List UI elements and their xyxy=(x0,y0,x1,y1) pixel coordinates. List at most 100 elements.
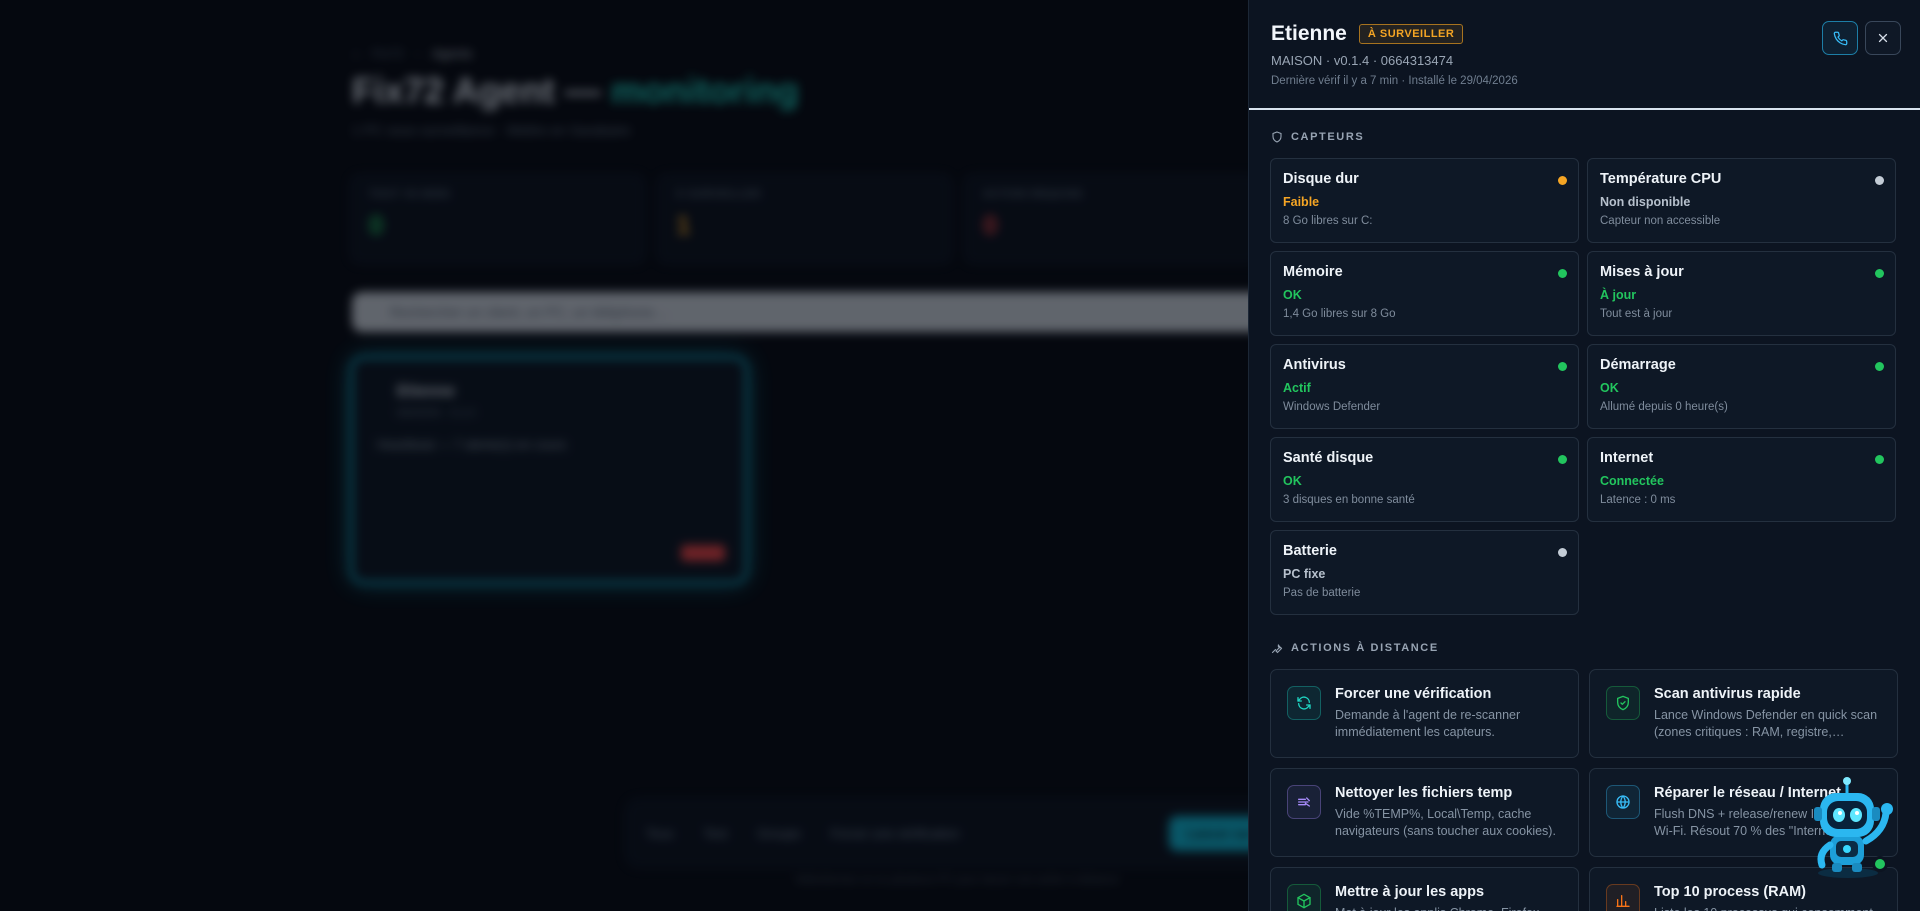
pc-card-name: Etienne xyxy=(397,383,455,400)
action-description: Lance Windows Defender en quick scan (zo… xyxy=(1654,708,1878,739)
sensor-status: PC fixe xyxy=(1283,567,1326,581)
stat-label: ACTION REQUISE xyxy=(983,189,1084,200)
status-dot xyxy=(1558,269,1567,278)
stat-value: 1 xyxy=(676,210,691,240)
sensor-card: Température CPU Non disponible Capteur non… xyxy=(1587,158,1896,243)
action-card[interactable]: Forcer une vérification Demande à l'agent… xyxy=(1270,669,1579,758)
sensor-detail: Capteur non accessible xyxy=(1600,215,1721,227)
sensor-card: Mises à jour À jour Tout est à jour xyxy=(1587,251,1896,336)
status-dot xyxy=(1875,455,1884,464)
sensor-status: OK xyxy=(1600,381,1619,395)
action-title: Scan antivirus rapide xyxy=(1654,686,1801,702)
action-card[interactable]: Nettoyer les fichiers temp Vide %TEMP%, L… xyxy=(1270,768,1579,857)
action-title: Mettre à jour les apps xyxy=(1335,884,1485,900)
status-dot xyxy=(1875,269,1884,278)
action-title: Forcer une vérification xyxy=(1335,686,1492,702)
sensor-card: Disque dur Faible 8 Go libres sur C: xyxy=(1270,158,1579,243)
sensors-title-label: CAPTEURS xyxy=(1291,131,1365,143)
actions-title-label: ACTIONS À DISTANCE xyxy=(1291,642,1439,654)
last-check: Dernière vérif il y a 7 min · Installé l… xyxy=(1271,75,1518,87)
sensor-grid: Disque dur Faible 8 Go libres sur C: Tempér… xyxy=(1270,158,1896,615)
sensor-status: Non disponible xyxy=(1600,195,1691,209)
action-description: Met à jour les applis Chrome, Firefox, e… xyxy=(1335,905,1562,911)
sensor-card: Antivirus Actif Windows Defender xyxy=(1270,344,1579,429)
sensor-card: Santé disque OK 3 disques en bonne santé xyxy=(1270,437,1579,522)
drawer-header: Etienne À SURVEILLER MAISON · v0.1.4 · 0… xyxy=(1249,0,1920,110)
sensor-card: Mémoire OK 1,4 Go libres sur 8 Go xyxy=(1270,251,1579,336)
sensor-card: Batterie PC fixe Pas de batterie xyxy=(1270,530,1579,615)
sensor-detail: 8 Go libres sur C: xyxy=(1283,215,1373,227)
stat-value: 0 xyxy=(369,210,384,240)
actions-section-title: ACTIONS À DISTANCE xyxy=(1271,642,1439,654)
stat-card-watch[interactable]: À SURVEILLER 1 xyxy=(657,174,952,264)
sensor-card: Internet Connectée Latence : 0 ms xyxy=(1587,437,1896,522)
call-button[interactable] xyxy=(1822,21,1858,55)
pc-card[interactable]: Etienne MAISON · 0.1.4 Heartbeat — 7 ale… xyxy=(350,356,748,584)
filter-tab-group[interactable]: Groupe xyxy=(757,826,800,841)
close-button[interactable] xyxy=(1865,21,1901,55)
bulk-action-bar: Tous Test Groupe Forcer une vérification… xyxy=(625,798,1325,868)
pc-card-alerts: Heartbeat — 7 alerte(s) en cours xyxy=(377,437,567,452)
page-title-main: Fix72 Agent — xyxy=(352,70,601,111)
sensor-name: Disque dur xyxy=(1283,171,1359,187)
stat-card-action[interactable]: ACTION REQUISE 0 xyxy=(964,174,1259,264)
sensor-card: Démarrage OK Allumé depuis 0 heure(s) xyxy=(1587,344,1896,429)
sensor-detail: Windows Defender xyxy=(1283,401,1381,413)
phone-icon xyxy=(1833,31,1847,45)
broom-icon xyxy=(1287,785,1321,819)
action-title: Top 10 process (RAM) xyxy=(1654,884,1807,900)
home-icon: ⌂ xyxy=(352,46,360,61)
bar-chart-icon xyxy=(1606,884,1640,911)
sensor-name: Batterie xyxy=(1283,543,1337,559)
sensor-name: Mémoire xyxy=(1283,264,1343,280)
stat-label: À SURVEILLER xyxy=(676,189,762,200)
sensors-section-title: CAPTEURS xyxy=(1271,131,1364,143)
pc-name: Etienne xyxy=(1271,22,1347,45)
sensor-status: À jour xyxy=(1600,288,1637,302)
breadcrumb-current: Agents xyxy=(432,46,473,61)
refresh-icon xyxy=(1287,686,1321,720)
sensor-name: Température CPU xyxy=(1600,171,1722,187)
package-icon xyxy=(1287,884,1321,911)
stat-value: 0 xyxy=(983,210,998,240)
action-card[interactable]: Mettre à jour les apps Met à jour les app… xyxy=(1270,867,1579,911)
shield-icon xyxy=(1272,131,1282,143)
wrench-icon xyxy=(1271,644,1283,654)
action-title: Nettoyer les fichiers temp xyxy=(1335,785,1513,801)
pc-meta: MAISON · v0.1.4 · 0664313474 xyxy=(1271,53,1454,68)
sensor-detail: Latence : 0 ms xyxy=(1600,494,1676,506)
status-dot xyxy=(1558,176,1567,185)
stat-label: TOUT VA BIEN xyxy=(369,189,451,200)
sensor-status: Connectée xyxy=(1600,474,1664,488)
status-dot xyxy=(1875,362,1884,371)
sensor-status: OK xyxy=(1283,288,1302,302)
sensor-name: Santé disque xyxy=(1283,450,1374,466)
status-dot xyxy=(1875,176,1884,185)
breadcrumb-home[interactable]: Fix72 xyxy=(372,46,404,61)
breadcrumb: ⌂ Fix72 › Agents xyxy=(352,46,473,61)
globe-icon xyxy=(1606,785,1640,819)
close-icon xyxy=(1878,33,1888,43)
pc-card-meta: MAISON · 0.1.4 xyxy=(397,407,475,419)
stat-card-ok[interactable]: TOUT VA BIEN 0 xyxy=(350,174,645,264)
sensor-detail: Allumé depuis 0 heure(s) xyxy=(1600,401,1728,413)
sensor-name: Mises à jour xyxy=(1600,264,1684,280)
page-subtitle: 1 PC sous surveillance · Mettre en Sarab… xyxy=(352,122,631,138)
sensor-name: Démarrage xyxy=(1600,357,1676,373)
action-card[interactable]: Scan antivirus rapide Lance Windows Defen… xyxy=(1589,669,1898,758)
sensor-status: Faible xyxy=(1283,195,1320,209)
filter-tab-all[interactable]: Tous xyxy=(646,826,673,841)
sensor-name: Internet xyxy=(1600,450,1654,466)
filter-tab-test[interactable]: Test xyxy=(703,826,727,841)
sensor-name: Antivirus xyxy=(1283,357,1346,373)
shield-check-icon xyxy=(1606,686,1640,720)
sensor-detail: Pas de batterie xyxy=(1283,587,1361,599)
action-select[interactable]: Forcer une vérification xyxy=(831,826,960,841)
footnote: Sélectionnez un ou plusieurs PC pour lan… xyxy=(795,874,1120,886)
sensor-detail: 3 disques en bonne santé xyxy=(1283,494,1415,506)
search-input[interactable]: Rechercher un client, un PC, un téléphon… xyxy=(352,292,1302,332)
page-title-accent: monitoring xyxy=(610,70,799,111)
status-dot xyxy=(1558,548,1567,557)
online-indicator xyxy=(1872,856,1888,872)
status-dot xyxy=(1558,362,1567,371)
